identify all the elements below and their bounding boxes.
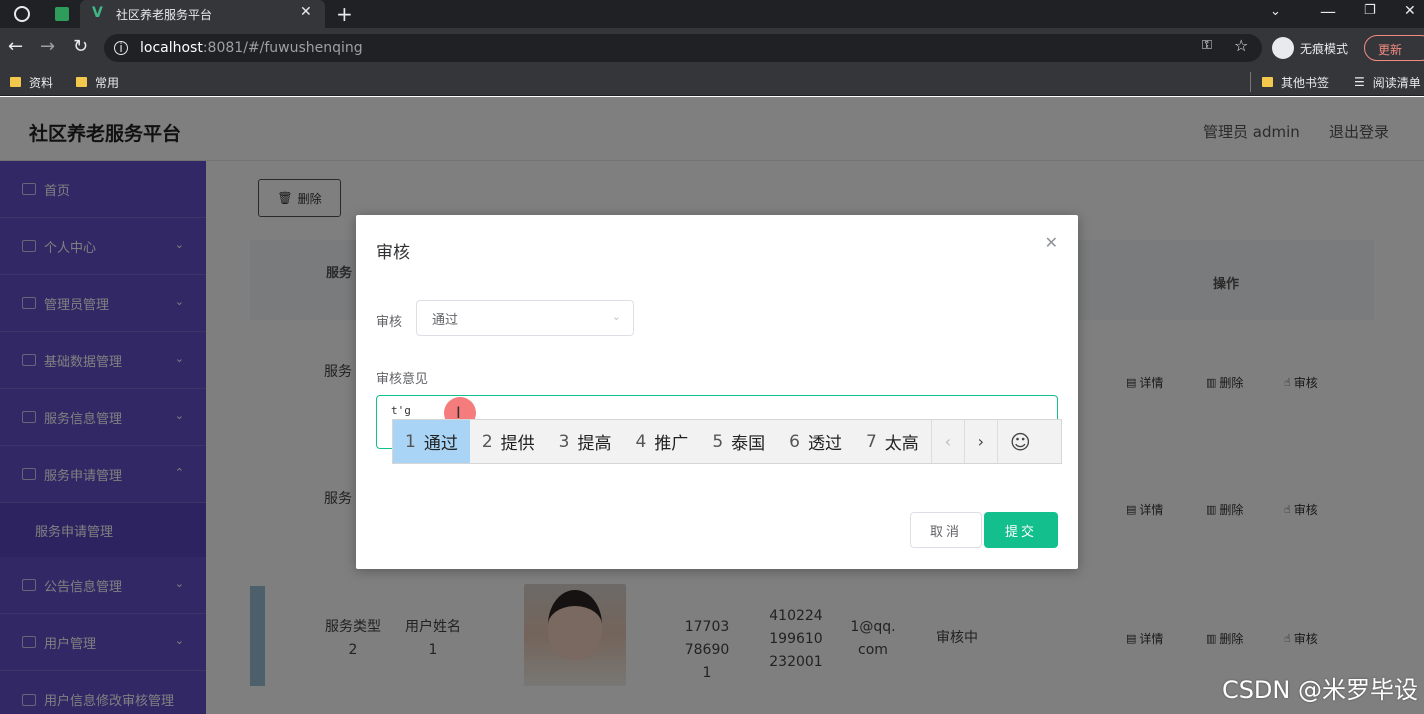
candidate-number: 5 xyxy=(712,431,724,452)
review-dialog: 审核 ✕ 审核 通过 ⌄ 审核意见 t'g I 取消 提交 xyxy=(356,215,1078,569)
candidate-word: 泰国 xyxy=(731,434,766,454)
dialog-title: 审核 xyxy=(376,243,410,263)
vue-icon: V xyxy=(92,5,103,21)
review-select[interactable]: 通过 ⌄ xyxy=(416,300,634,336)
minimize-icon[interactable]: — xyxy=(1320,2,1336,21)
close-icon[interactable]: ✕ xyxy=(1045,233,1058,252)
tab-search-chevron-icon[interactable]: ⌄ xyxy=(1270,4,1281,19)
bookmark-folder[interactable]: 常用 xyxy=(76,73,119,91)
bookmarks-bar: 资料 常用 其他书签 ☰ 阅读清单 xyxy=(0,68,1424,96)
window-close-icon[interactable]: ✕ xyxy=(1404,3,1416,19)
incognito-label: 无痕模式 xyxy=(1300,42,1349,56)
emoji-icon[interactable]: ☺ xyxy=(996,420,1043,463)
star-icon[interactable]: ☆ xyxy=(1234,36,1248,55)
folder-icon xyxy=(76,77,87,87)
watermark: CSDN @米罗毕设 xyxy=(1221,676,1418,704)
globe-icon[interactable] xyxy=(14,6,30,22)
other-bookmarks[interactable]: 其他书签 xyxy=(1262,73,1329,91)
reload-icon[interactable]: ↻ xyxy=(73,36,88,57)
ime-candidate[interactable]: 5 泰国 xyxy=(700,420,777,463)
app-tab-icon[interactable] xyxy=(55,7,69,21)
ime-prev-page-icon[interactable]: ‹ xyxy=(930,420,964,463)
incognito-icon[interactable] xyxy=(1272,37,1294,59)
chevron-down-icon: ⌄ xyxy=(611,310,621,323)
cancel-button[interactable]: 取消 xyxy=(910,512,982,548)
reading-list-icon: ☰ xyxy=(1354,75,1365,89)
bookmark-label: 其他书签 xyxy=(1281,75,1330,90)
ime-candidate[interactable]: 1 通过 xyxy=(393,420,470,463)
bookmark-folder[interactable]: 资料 xyxy=(10,73,53,91)
review-label: 审核 xyxy=(376,315,403,330)
restore-icon[interactable]: ❐ xyxy=(1364,3,1376,18)
folder-icon xyxy=(1262,77,1273,87)
bookmark-label: 资料 xyxy=(29,75,54,90)
url-host: localhost xyxy=(140,40,203,56)
back-icon[interactable]: ← xyxy=(8,36,23,57)
opinion-label: 审核意见 xyxy=(376,372,429,387)
bookmark-label: 常用 xyxy=(95,75,120,90)
address-bar-row: ← → ↻ i localhost:8081/#/fuwushenqing ⚿ … xyxy=(0,28,1424,68)
tab-close-icon[interactable]: ✕ xyxy=(300,4,312,20)
tab-title: 社区养老服务平台 xyxy=(116,8,213,22)
ime-next-page-icon[interactable]: › xyxy=(963,420,997,463)
forward-icon[interactable]: → xyxy=(40,36,55,57)
submit-button[interactable]: 提交 xyxy=(984,512,1058,548)
review-select-value: 通过 xyxy=(432,312,459,328)
bookmark-label: 阅读清单 xyxy=(1372,75,1421,90)
ime-candidate[interactable]: 4 推广 xyxy=(623,420,700,463)
candidate-number: 1 xyxy=(405,431,416,452)
reading-list[interactable]: ☰ 阅读清单 xyxy=(1354,73,1421,91)
ime-candidate[interactable]: 6 透过 xyxy=(777,420,854,463)
folder-icon xyxy=(10,77,21,87)
ime-candidate[interactable]: 7 太高 xyxy=(854,420,931,463)
ime-candidate-bar: 1 通过 2 提供 3 提高 4 推广 5 泰国 6 透过 7 太高 ‹ › ☺ xyxy=(392,419,1062,464)
candidate-number: 7 xyxy=(865,431,877,452)
candidate-number: 4 xyxy=(635,431,647,452)
browser-tab-bar: V 社区养老服务平台 ✕ + ⌄ — ❐ ✕ xyxy=(0,0,1424,28)
candidate-number: 6 xyxy=(789,431,800,452)
candidate-number: 3 xyxy=(558,431,570,452)
key-icon[interactable]: ⚿ xyxy=(1202,38,1212,53)
candidate-word: 太高 xyxy=(884,434,919,454)
active-tab[interactable]: V 社区养老服务平台 ✕ xyxy=(80,0,325,28)
info-icon[interactable]: i xyxy=(114,41,128,55)
candidate-word: 通过 xyxy=(423,434,458,454)
ime-candidate[interactable]: 3 提高 xyxy=(547,420,624,463)
ime-candidate[interactable]: 2 提供 xyxy=(470,420,547,463)
candidate-word: 推广 xyxy=(654,434,689,454)
candidate-word: 提高 xyxy=(577,434,612,454)
update-button[interactable]: 更新 xyxy=(1364,35,1424,61)
candidate-word: 提供 xyxy=(500,434,535,454)
url-path: :8081/#/fuwushenqing xyxy=(202,40,363,56)
candidate-number: 2 xyxy=(481,431,493,452)
url-field[interactable]: i localhost:8081/#/fuwushenqing xyxy=(104,34,1262,62)
new-tab-button[interactable]: + xyxy=(336,2,353,26)
bookmark-divider xyxy=(1250,72,1251,92)
candidate-word: 透过 xyxy=(807,434,842,454)
